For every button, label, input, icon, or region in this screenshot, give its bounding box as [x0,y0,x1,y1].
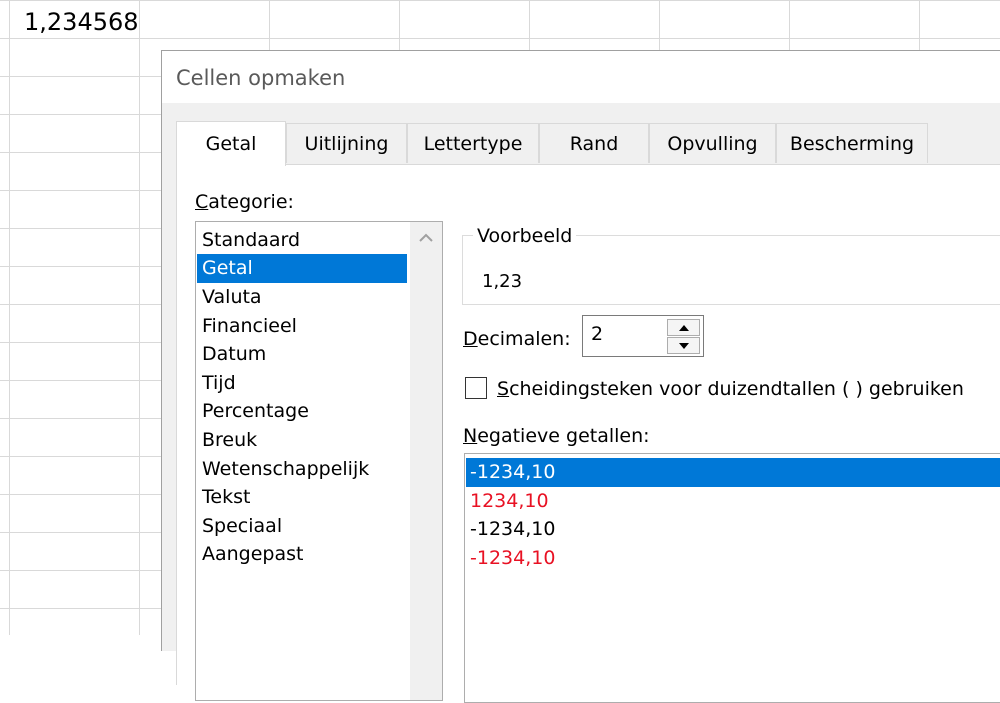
negative-numbers-label: Negatieve getallen: [463,425,650,447]
negative-format-item-selected[interactable]: -1234,10 [466,458,1000,487]
arrow-down-icon [678,342,689,349]
tab-uitlijning[interactable]: Uitlijning [286,123,407,163]
tab-label: Uitlijning [304,132,389,155]
thousands-separator-checkbox[interactable] [465,377,487,399]
thousands-separator-label[interactable]: Scheidingsteken voor duizendtallen ( ) g… [497,378,964,400]
negative-numbers-list[interactable]: -1234,10 1234,10 -1234,10 -1234,10 [464,453,1000,703]
category-item[interactable]: Tijd [197,369,407,398]
dialog-titlebar[interactable]: Cellen opmaken [162,51,1000,103]
tab-bescherming[interactable]: Bescherming [776,123,928,163]
negative-format-item[interactable]: -1234,10 [466,515,1000,544]
tab-label: Getal [205,133,257,155]
label-text: cheidingsteken voor duizendtallen ( ) ge… [509,378,964,400]
decimals-label: Decimalen: [463,328,571,350]
accelerator-key: N [463,425,478,447]
scroll-up-icon[interactable] [410,222,442,252]
category-item-selected[interactable]: Getal [197,254,407,283]
arrow-up-icon [678,324,689,331]
preview-legend: Voorbeeld [473,225,577,247]
decrement-button[interactable] [667,337,700,354]
category-item[interactable]: Datum [197,340,407,369]
tab-label: Lettertype [423,132,523,155]
category-label: Categorie: [195,191,294,213]
category-item[interactable]: Tekst [197,483,407,512]
category-list[interactable]: Standaard Getal Valuta Financieel Datum … [195,221,443,701]
tab-label: Rand [569,132,619,155]
label-text: egatieve getallen: [477,425,650,447]
category-item[interactable]: Standaard [197,226,407,255]
category-item[interactable]: Wetenschappelijk [197,455,407,484]
tab-lettertype[interactable]: Lettertype [407,123,539,163]
negative-format-item[interactable]: 1234,10 [466,487,1000,516]
tab-label: Bescherming [789,132,915,155]
negative-format-item[interactable]: -1234,10 [466,544,1000,573]
decimals-input[interactable]: 2 [591,323,603,345]
category-item[interactable]: Percentage [197,397,407,426]
accelerator-key: C [195,191,209,213]
category-item[interactable]: Breuk [197,426,407,455]
category-item[interactable]: Speciaal [197,512,407,541]
category-item[interactable]: Valuta [197,283,407,312]
number-tab-panel: Categorie: Standaard Getal Valuta Financ… [176,164,1000,703]
category-scrollbar[interactable] [410,222,442,700]
dialog-title: Cellen opmaken [176,66,346,90]
format-cells-dialog: Cellen opmaken Getal Uitlijning Letterty… [161,50,1000,703]
cell-value: 1,234568 [24,8,139,36]
tab-rand[interactable]: Rand [539,123,649,163]
accelerator-key: D [463,328,478,350]
category-item[interactable]: Financieel [197,312,407,341]
tab-getal[interactable]: Getal [176,121,286,166]
accelerator-key: S [497,378,510,400]
tab-label: Opvulling [667,132,758,155]
tab-opvulling[interactable]: Opvulling [649,123,776,163]
category-item[interactable]: Aangepast [197,540,407,569]
decimals-stepper[interactable]: 2 [582,315,704,357]
label-text: ecimalen: [477,328,571,350]
label-text: ategorie: [208,191,294,213]
increment-button[interactable] [667,319,700,336]
preview-value: 1,23 [482,271,523,292]
